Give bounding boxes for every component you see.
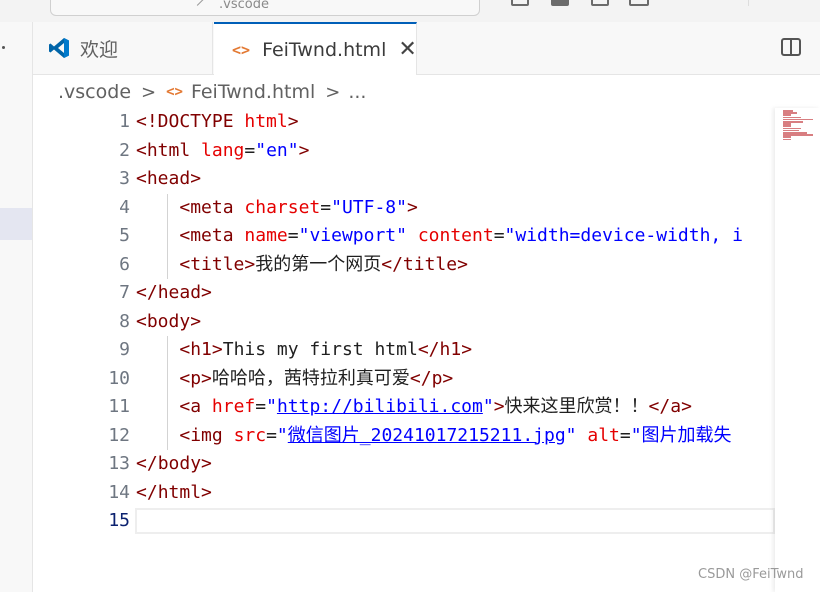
code-line[interactable]: 1 <!DOCTYPE html> (33, 108, 775, 137)
toggle-panel-icon[interactable] (551, 0, 569, 6)
breadcrumb-file[interactable]: FeiTwnd.html (191, 81, 315, 103)
vscode-logo-icon (48, 37, 70, 59)
code-text: </head> (136, 282, 212, 303)
line-number: 12 (108, 424, 130, 446)
line-number: 2 (119, 139, 130, 161)
code-line[interactable]: 6 <title>我的第一个网页</title> (33, 251, 775, 280)
code-line[interactable]: 14 </html> (33, 479, 775, 508)
line-number: 10 (108, 367, 130, 389)
more-actions-icon[interactable] (2, 46, 5, 49)
code-line[interactable]: 2 <html lang="en"> (33, 137, 775, 166)
window-controls[interactable] (748, 0, 801, 6)
breadcrumb-separator-icon: > (325, 81, 341, 103)
command-center-text: .vscode (219, 0, 269, 12)
title-bar: .vscode (0, 0, 820, 22)
code-text: </html> (136, 481, 212, 503)
code-text: <meta charset="UTF-8"> (179, 196, 418, 218)
customize-layout-icon[interactable] (629, 0, 649, 6)
minimap[interactable] (775, 108, 820, 592)
code-text: <head> (136, 168, 202, 189)
code-editor[interactable]: 1 <!DOCTYPE html> 2 <html lang="en"> 3 <head>… (33, 108, 775, 592)
code-line[interactable]: 10 <p>哈哈哈，茜特拉利真可爱</p> (33, 365, 775, 394)
line-number: 6 (119, 253, 130, 275)
code-text: <!DOCTYPE html> (136, 111, 299, 132)
html-file-icon: <> (166, 84, 183, 100)
line-number: 11 (108, 396, 130, 417)
code-text: <a href="http://bilibili.com">快来这里欣赏！！</… (179, 396, 692, 417)
line-number: 1 (119, 111, 130, 132)
code-line[interactable]: 5 <meta name="viewport" content="width=d… (33, 222, 775, 251)
toggle-primary-sidebar-icon[interactable] (511, 0, 529, 6)
code-text: <p>哈哈哈，茜特拉利真可爱</p> (179, 367, 454, 389)
line-number: 14 (108, 481, 130, 503)
code-line[interactable]: 4 <meta charset="UTF-8"> (33, 194, 775, 223)
tab-bar: 欢迎 <> FeiTwnd.html ✕ (33, 22, 820, 75)
selected-explorer-item[interactable] (0, 208, 32, 240)
tab-feitwnd-html[interactable]: <> FeiTwnd.html ✕ (214, 22, 417, 75)
line-number: 5 (119, 225, 130, 246)
code-line[interactable]: 13 </body> (33, 450, 775, 479)
code-text: </body> (136, 453, 212, 474)
chevron-right-icon (191, 0, 204, 6)
split-editor-icon[interactable] (781, 38, 801, 56)
minimap-line (783, 138, 791, 141)
command-center[interactable]: .vscode (50, 0, 480, 16)
line-number: 8 (119, 310, 130, 332)
code-line[interactable]: 9 <h1>This my first html</h1> (33, 336, 775, 365)
code-line[interactable]: 12 <img src="微信图片_20241017215211.jpg" al… (33, 422, 775, 451)
breadcrumb-folder[interactable]: .vscode (58, 81, 131, 103)
watermark: CSDN @FeiTwnd (698, 567, 804, 582)
breadcrumb-separator-icon: > (141, 81, 157, 103)
code-text: <meta name="viewport" content="width=dev… (179, 225, 743, 246)
tab-welcome-label: 欢迎 (80, 38, 119, 61)
line-number: 15 (108, 510, 130, 531)
line-number: 13 (108, 453, 130, 474)
breadcrumb: .vscode > <> FeiTwnd.html > ... (58, 80, 366, 104)
toggle-secondary-sidebar-icon[interactable] (591, 0, 609, 6)
close-icon[interactable]: ✕ (398, 38, 416, 61)
line-number: 4 (119, 196, 130, 218)
code-text: <body> (136, 310, 202, 332)
code-line[interactable]: 7 </head> (33, 279, 775, 308)
code-line[interactable]: 15 (33, 507, 775, 536)
tab-active-label: FeiTwnd.html (262, 38, 387, 61)
html-file-icon: <> (232, 40, 251, 59)
breadcrumb-more[interactable]: ... (348, 81, 366, 103)
code-text: <html lang="en"> (136, 139, 310, 161)
line-number: 9 (119, 339, 130, 360)
code-line[interactable]: 3 <head> (33, 165, 775, 194)
code-text: <img src="微信图片_20241017215211.jpg" alt="… (179, 424, 732, 446)
code-line[interactable]: 11 <a href="http://bilibili.com">快来这里欣赏！… (33, 393, 775, 422)
line-number: 7 (119, 282, 130, 303)
explorer-sidebar (0, 22, 33, 592)
tab-welcome[interactable]: 欢迎 (33, 22, 213, 74)
code-text: <h1>This my first html</h1> (179, 339, 473, 360)
code-line[interactable]: 8 <body> (33, 308, 775, 337)
code-text: <title>我的第一个网页</title> (179, 253, 468, 275)
line-number: 3 (119, 168, 130, 189)
